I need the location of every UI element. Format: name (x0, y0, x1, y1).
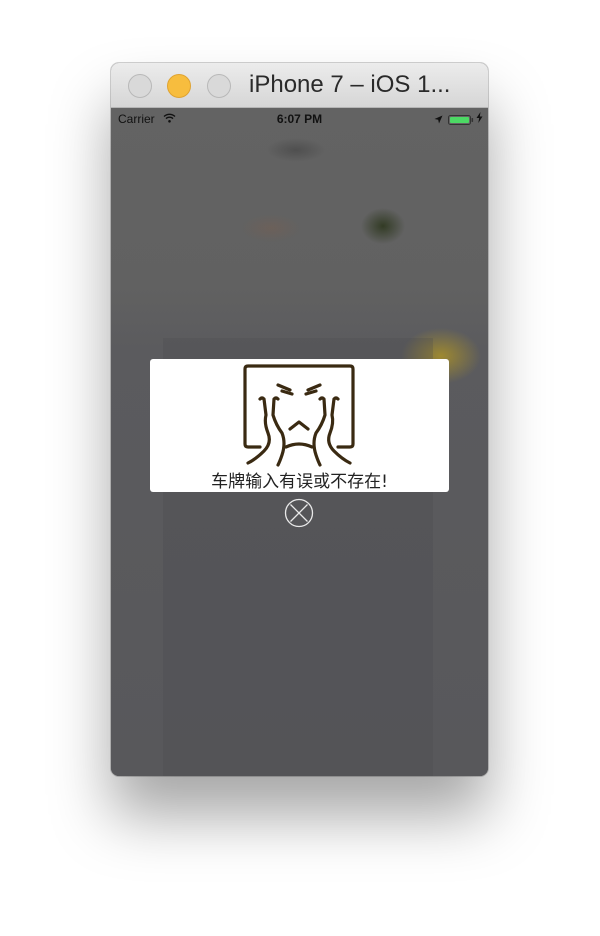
charging-bolt-icon (476, 112, 483, 126)
window-minimize-button[interactable] (167, 74, 191, 98)
error-alert-card: 车牌输入有误或不存在! (150, 359, 449, 492)
window-titlebar: iPhone 7 – iOS 1... (111, 63, 488, 108)
alert-message: 车牌输入有误或不存在! (211, 472, 388, 492)
close-alert-button[interactable] (284, 498, 314, 528)
status-time: 6:07 PM (276, 112, 323, 126)
status-bar: Carrier 6:07 PM (111, 108, 488, 130)
close-circle-icon (284, 498, 314, 528)
window-zoom-button[interactable] (207, 74, 231, 98)
stage: iPhone 7 – iOS 1... Carrier 6:07 PM 车牌输入… (0, 0, 600, 936)
crying-face-icon (242, 363, 356, 472)
battery-icon (448, 114, 474, 128)
window-title: iPhone 7 – iOS 1... (249, 71, 451, 98)
simulator-window: iPhone 7 – iOS 1... Carrier 6:07 PM 车牌输入… (111, 63, 488, 776)
device-screen: Carrier 6:07 PM 车牌输入有误或不存在! (111, 108, 488, 776)
location-arrow-icon (434, 113, 443, 127)
window-close-button[interactable] (128, 74, 152, 98)
